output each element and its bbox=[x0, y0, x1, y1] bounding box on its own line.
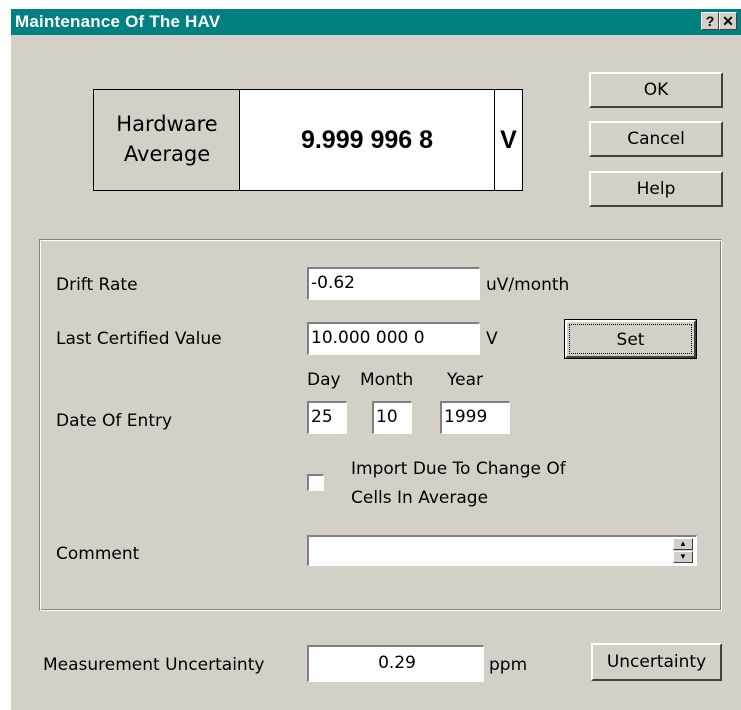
last-certified-value-unit: V bbox=[486, 329, 498, 349]
spin-down-icon[interactable]: ▼ bbox=[673, 551, 693, 563]
set-button-label: Set bbox=[616, 330, 645, 350]
hav-value: 9.999 996 8 bbox=[300, 126, 434, 154]
date-of-entry-label: Date Of Entry bbox=[56, 411, 173, 431]
day-input[interactable]: 25 bbox=[307, 401, 347, 434]
comment-spinner[interactable]: ▲ ▼ bbox=[673, 538, 693, 563]
title-bar: Maintenance Of The HAV ? ✕ bbox=[11, 9, 741, 35]
last-certified-value-label: Last Certified Value bbox=[56, 329, 222, 349]
measurement-uncertainty-unit: ppm bbox=[489, 655, 528, 675]
drift-rate-input[interactable]: -0.62 bbox=[307, 267, 480, 300]
spin-up-icon[interactable]: ▲ bbox=[673, 538, 693, 550]
measurement-uncertainty-label: Measurement Uncertainty bbox=[43, 655, 265, 675]
hardware-average-display: Hardware Average 9.999 996 8 V bbox=[93, 89, 523, 191]
hav-maintenance-dialog: Maintenance Of The HAV ? ✕ Hardware Aver… bbox=[10, 8, 741, 710]
set-button[interactable]: Set bbox=[564, 319, 697, 359]
drift-rate-unit: uV/month bbox=[486, 275, 570, 295]
comment-input[interactable] bbox=[307, 535, 697, 566]
month-input[interactable]: 10 bbox=[372, 401, 412, 434]
hav-value-cell: 9.999 996 8 bbox=[240, 90, 495, 190]
import-checkbox[interactable] bbox=[307, 474, 324, 491]
year-input[interactable]: 1999 bbox=[440, 401, 510, 434]
close-icon[interactable]: ✕ bbox=[719, 12, 737, 30]
import-checkbox-label-line2: Cells In Average bbox=[351, 488, 489, 508]
last-certified-value-input[interactable]: 10.000 000 0 bbox=[307, 322, 480, 355]
ok-button[interactable]: OK bbox=[589, 72, 723, 108]
hav-unit: V bbox=[500, 126, 517, 154]
help-button[interactable]: Help bbox=[589, 171, 723, 207]
hav-label-line1: Hardware bbox=[116, 112, 218, 136]
hav-label-line2: Average bbox=[123, 142, 211, 166]
month-header: Month bbox=[360, 370, 414, 390]
day-header: Day bbox=[307, 370, 341, 390]
year-header: Year bbox=[447, 370, 483, 390]
hav-unit-cell: V bbox=[495, 90, 522, 190]
help-question-icon[interactable]: ? bbox=[701, 12, 719, 30]
import-checkbox-label-line1: Import Due To Change Of bbox=[351, 459, 566, 479]
comment-label: Comment bbox=[56, 544, 140, 564]
window-title: Maintenance Of The HAV bbox=[15, 12, 221, 31]
cancel-button[interactable]: Cancel bbox=[589, 121, 723, 157]
hav-label-cell: Hardware Average bbox=[94, 90, 240, 190]
measurement-uncertainty-input[interactable]: 0.29 bbox=[307, 645, 484, 682]
drift-rate-label: Drift Rate bbox=[56, 275, 138, 295]
uncertainty-button[interactable]: Uncertainty bbox=[591, 643, 722, 681]
